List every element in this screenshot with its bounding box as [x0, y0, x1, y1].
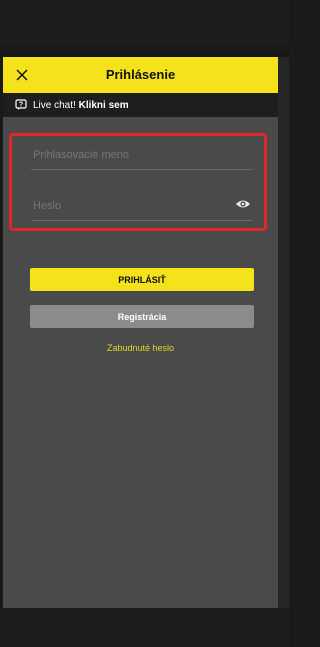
- username-field[interactable]: Prihlasovacie meno: [33, 149, 129, 161]
- close-button[interactable]: [11, 64, 33, 86]
- login-panel: Prihlásenie ? Live chat! Klikni sem Prih…: [3, 57, 278, 608]
- page-title: Prihlásenie: [105, 67, 176, 82]
- svg-text:?: ?: [19, 102, 23, 109]
- login-header: Prihlásenie: [3, 57, 278, 93]
- live-chat-label: Live chat!: [33, 99, 76, 111]
- password-field[interactable]: Heslo: [33, 200, 61, 212]
- close-icon: [16, 69, 28, 81]
- register-button[interactable]: Registrácia: [30, 305, 254, 328]
- live-chat-link[interactable]: Klikni sem: [79, 100, 129, 111]
- eye-icon[interactable]: [235, 198, 251, 210]
- live-chat-text: Live chat! Klikni sem: [33, 100, 129, 111]
- password-underline: [31, 220, 253, 221]
- live-chat-bar[interactable]: ? Live chat! Klikni sem: [3, 93, 278, 117]
- bottom-area: [0, 608, 289, 647]
- username-underline: [31, 169, 253, 170]
- login-button[interactable]: PRIHLÁSIŤ: [30, 268, 254, 291]
- credentials-highlight-box: [9, 133, 267, 231]
- top-shadow: [0, 44, 289, 58]
- forgot-password-link[interactable]: Zabudnuté heslo: [3, 343, 278, 353]
- chat-question-icon: ?: [15, 99, 27, 110]
- panel-side-edge: [278, 57, 289, 608]
